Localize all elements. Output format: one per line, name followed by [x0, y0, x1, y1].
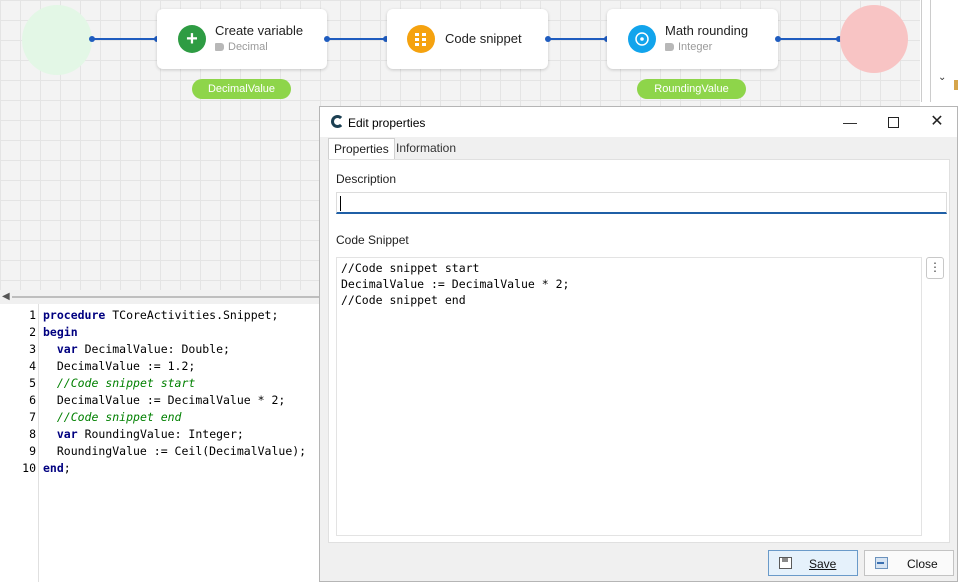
minimize-icon[interactable]: — — [827, 107, 873, 137]
bookmark-icon — [954, 80, 958, 90]
code-editor[interactable]: 1 procedure TCoreActivities.Snippet; 2 begi… — [0, 304, 320, 582]
properties-panel: Description Code Snippet //Code snippet … — [328, 159, 950, 543]
line-number: 8 — [29, 427, 36, 441]
node-title: Create variable — [215, 23, 304, 38]
code-line: 8 var RoundingValue: Integer; — [0, 426, 320, 443]
code-text: procedure TCoreActivities.Snippet; — [43, 308, 279, 322]
divider — [921, 0, 922, 102]
line-number: 3 — [29, 342, 36, 356]
grid-icon — [407, 25, 435, 53]
code-text: var DecimalValue: Double; — [56, 342, 230, 356]
description-input[interactable] — [336, 192, 947, 214]
line-number: 10 — [22, 461, 36, 475]
line-number: 5 — [29, 376, 36, 390]
code-text: DecimalValue := 1.2; — [43, 359, 196, 373]
edge-port — [324, 36, 330, 42]
variable-pill-roundingvalue[interactable]: RoundingValue — [637, 79, 746, 99]
code-line: 7 //Code snippet end — [0, 409, 320, 426]
flow-edge — [548, 38, 608, 40]
target-icon — [628, 25, 656, 53]
snippet-line: DecimalValue := DecimalValue * 2; — [341, 277, 570, 291]
snippet-line: //Code snippet start — [341, 261, 480, 275]
text-caret — [340, 196, 341, 211]
exit-icon — [875, 557, 888, 569]
close-label: Close — [907, 557, 938, 571]
node-subtitle: Integer — [665, 41, 712, 53]
dialog-titlebar[interactable]: Edit properties — ✕ — [320, 107, 957, 137]
edge-port — [89, 36, 95, 42]
close-icon[interactable]: ✕ — [914, 107, 958, 137]
code-text: begin — [43, 325, 78, 339]
flow-edge — [778, 38, 840, 40]
code-text: RoundingValue := Ceil(DecimalValue); — [43, 444, 307, 458]
tag-icon — [665, 43, 674, 51]
description-label: Description — [336, 172, 397, 186]
save-button[interactable]: Save — [768, 550, 858, 576]
node-math-rounding[interactable]: Math rounding Integer — [607, 9, 778, 69]
code-text: end; — [43, 461, 71, 475]
code-line: 4 DecimalValue := 1.2; — [0, 358, 320, 375]
snippet-line: //Code snippet end — [341, 293, 466, 307]
start-node[interactable] — [22, 5, 92, 75]
line-number: 9 — [29, 444, 36, 458]
tab-properties[interactable]: Properties — [328, 138, 395, 161]
code-text: //Code snippet start — [56, 376, 196, 390]
app-icon — [331, 115, 344, 128]
code-text: var RoundingValue: Integer; — [56, 427, 244, 441]
dialog-title: Edit properties — [348, 116, 426, 130]
node-title: Math rounding — [665, 23, 749, 38]
node-subtitle: Decimal — [215, 41, 268, 53]
edge-port — [775, 36, 781, 42]
line-number: 6 — [29, 393, 36, 407]
code-line: 2 begin — [0, 324, 320, 341]
code-line: 6 DecimalValue := DecimalValue * 2; — [0, 392, 320, 409]
splitter-handle[interactable] — [12, 296, 332, 298]
code-line: 3 var DecimalValue: Double; — [0, 341, 320, 358]
node-code-snippet[interactable]: Code snippet — [387, 9, 548, 69]
node-create-variable[interactable]: + Create variable Decimal — [157, 9, 327, 69]
flow-edge — [92, 38, 158, 40]
divider — [930, 0, 931, 102]
line-number: 4 — [29, 359, 36, 373]
edge-port — [545, 36, 551, 42]
line-number: 1 — [29, 308, 36, 322]
code-line: 1 procedure TCoreActivities.Snippet; — [0, 307, 320, 324]
line-number: 7 — [29, 410, 36, 424]
more-options-button[interactable]: ⋮ — [926, 257, 944, 279]
node-title: Code snippet — [445, 31, 522, 46]
flow-edge — [327, 38, 387, 40]
save-label: Save — [809, 557, 837, 571]
plus-icon: + — [178, 25, 206, 53]
code-line: 5 //Code snippet start — [0, 375, 320, 392]
close-button[interactable]: Close — [864, 550, 954, 576]
tag-icon — [215, 43, 224, 51]
code-text: //Code snippet end — [56, 410, 182, 424]
end-node[interactable] — [840, 5, 908, 73]
code-line: 9 RoundingValue := Ceil(DecimalValue); — [0, 443, 320, 460]
code-snippet-label: Code Snippet — [336, 233, 409, 247]
tab-information[interactable]: Information — [391, 138, 461, 159]
code-text: DecimalValue := DecimalValue * 2; — [43, 393, 286, 407]
line-number: 2 — [29, 325, 36, 339]
chevron-down-icon[interactable]: ⌄ — [938, 72, 946, 83]
variable-pill-decimalvalue[interactable]: DecimalValue — [192, 79, 291, 99]
code-line: 10 end; — [0, 460, 320, 477]
maximize-icon[interactable] — [870, 107, 916, 137]
code-snippet-editor[interactable]: //Code snippet start DecimalValue := Dec… — [336, 257, 922, 536]
save-icon — [779, 557, 792, 569]
edit-properties-dialog: Edit properties — ✕ Properties Informati… — [319, 106, 958, 582]
arrow-left-icon[interactable]: ◀ — [2, 290, 10, 304]
